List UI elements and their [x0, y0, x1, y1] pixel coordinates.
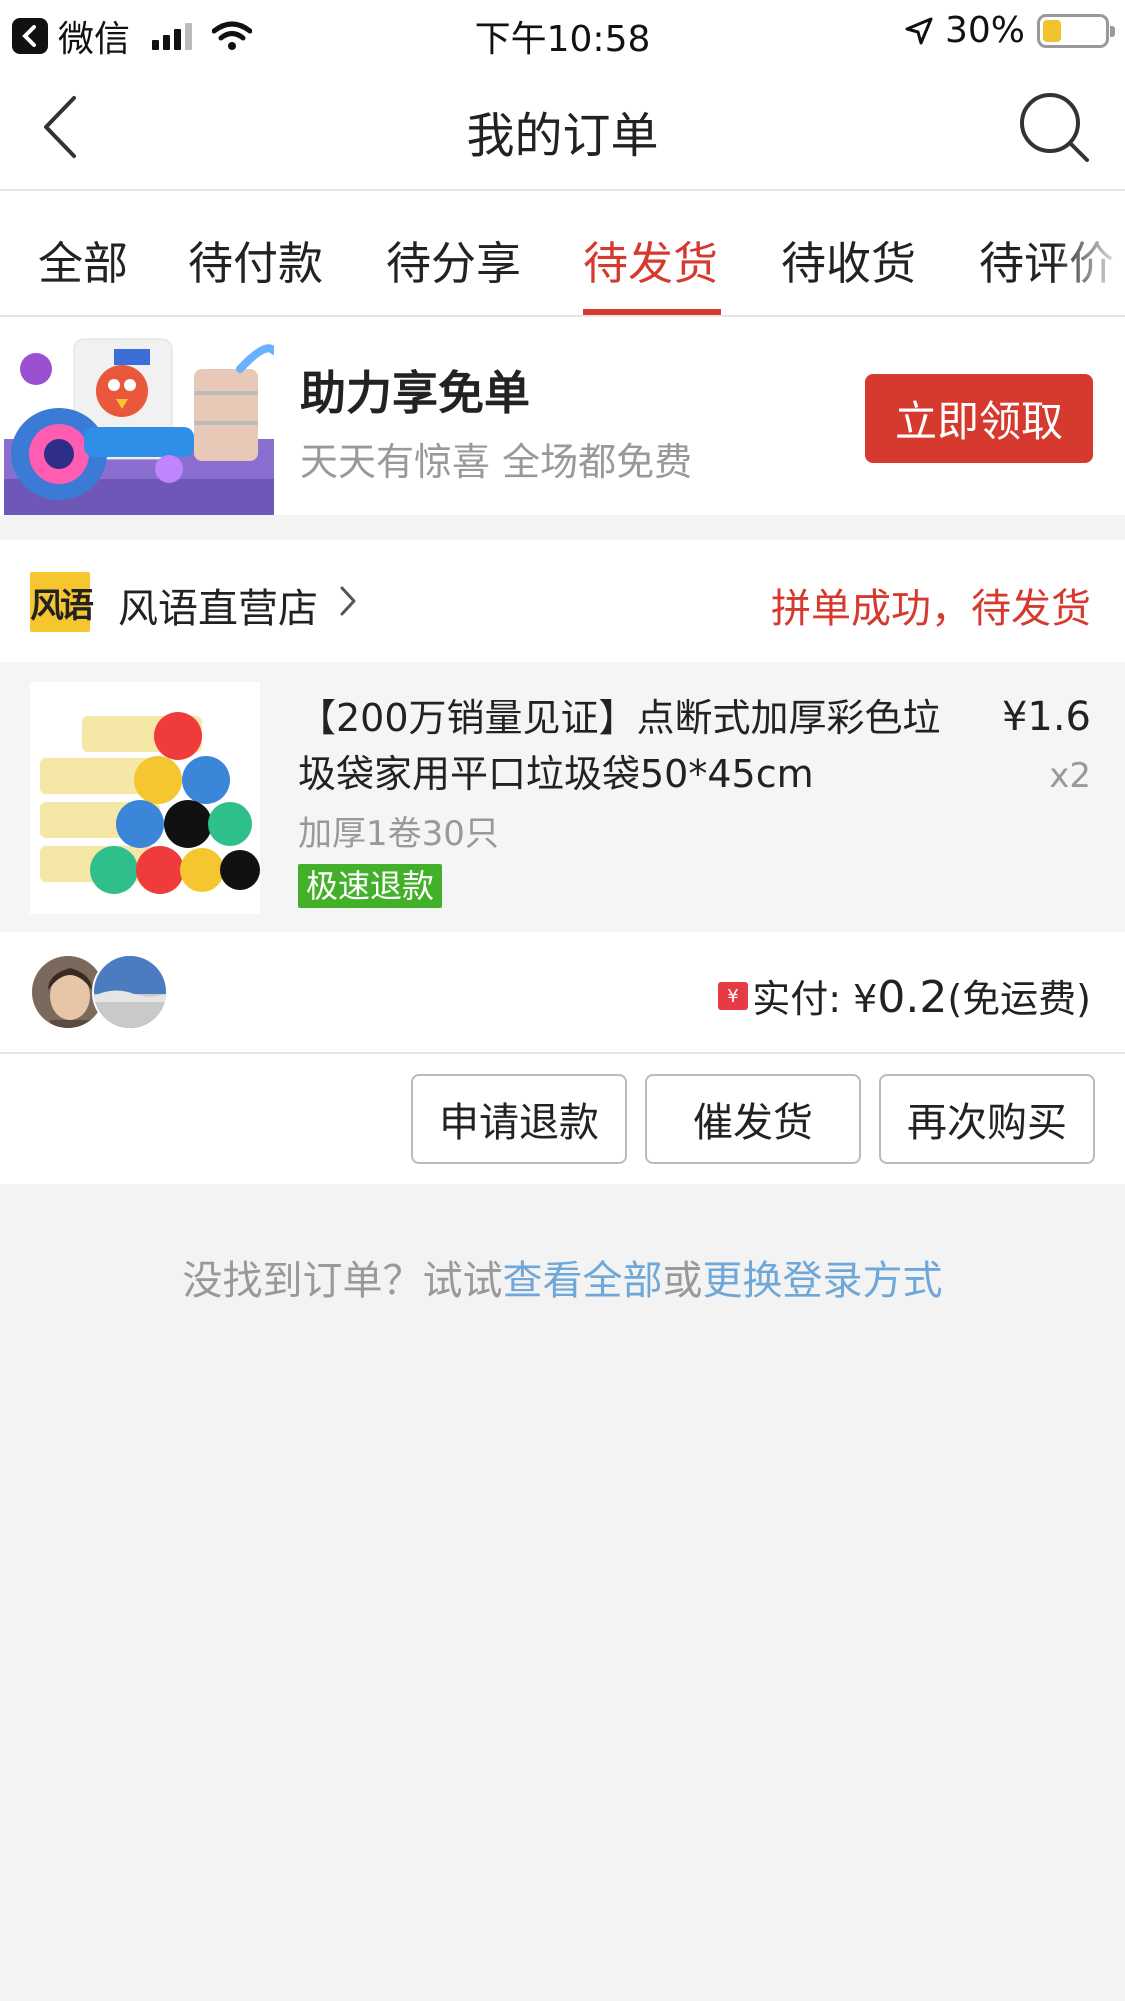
shop-logo: 风语: [30, 572, 94, 632]
location-arrow-icon: [905, 17, 933, 44]
shop-name[interactable]: 风语直营店: [118, 576, 318, 634]
shop-row[interactable]: 风语 风语直营店 拼单成功，待发货: [0, 540, 1125, 662]
tab-pending-receipt[interactable]: 待收货: [781, 227, 916, 292]
product-spec: 加厚1卷30只: [298, 814, 499, 854]
buy-again-button[interactable]: 再次购买: [879, 1074, 1095, 1164]
battery-percent: 30%: [944, 10, 1025, 51]
status-right: 30%: [905, 10, 1115, 51]
view-all-link[interactable]: 查看全部: [503, 1258, 663, 1304]
tab-all[interactable]: 全部: [38, 227, 128, 292]
active-tab-indicator: [583, 309, 721, 315]
order-item[interactable]: 【200万销量见证】点断式加厚彩色垃圾袋家用平口垃圾袋50*45cm ¥1.6 …: [0, 662, 1125, 932]
battery-fill: [1043, 19, 1061, 42]
paid-value: 0.2: [877, 972, 948, 1023]
refund-button[interactable]: 申请退款: [411, 1074, 627, 1164]
fast-refund-badge: 极速退款: [298, 864, 443, 908]
promo-subtitle: 天天有惊喜 全场都免费: [300, 440, 693, 484]
hint-prefix: 没找到订单？试试: [182, 1258, 503, 1304]
tab-pending-payment[interactable]: 待付款: [188, 227, 323, 292]
product-price: ¥1.6: [1001, 694, 1091, 740]
payment-icon: ¥: [718, 982, 748, 1010]
status-bar: 微信 下午10:58 30%: [0, 0, 1125, 62]
order-status: 拼单成功，待发货: [771, 586, 1091, 632]
paid-label: 实付: ¥: [752, 977, 878, 1021]
claim-now-button[interactable]: 立即领取: [865, 374, 1093, 463]
hint-middle: 或: [662, 1258, 703, 1304]
battery-icon: [1037, 13, 1115, 48]
payment-row: ¥ 实付: ¥0.2(免运费): [0, 932, 1125, 1054]
no-order-hint: 没找到订单？试试查看全部或更换登录方式: [0, 1248, 1125, 1306]
order-tabs: 全部 待付款 待分享 待发货 待收货 待评价: [0, 191, 1125, 317]
paid-amount: 实付: ¥0.2(免运费): [752, 968, 1091, 1023]
tab-fade: [1055, 191, 1125, 315]
avatar[interactable]: [92, 954, 168, 1030]
promo-products-image: [4, 338, 274, 515]
promo-title: 助力享免单: [300, 366, 530, 420]
promo-banner[interactable]: 助力享免单 天天有惊喜 全场都免费 立即领取: [0, 317, 1125, 515]
order-actions: 申请退款 催发货 再次购买: [0, 1054, 1125, 1184]
avatar-photo: [94, 956, 166, 1028]
product-image[interactable]: [30, 682, 260, 914]
product-quantity: x2: [1049, 756, 1091, 796]
nav-header: 我的订单: [0, 62, 1125, 191]
search-icon[interactable]: [1017, 90, 1091, 164]
product-title[interactable]: 【200万销量见证】点断式加厚彩色垃圾袋家用平口垃圾袋50*45cm: [298, 690, 978, 802]
urge-shipment-button[interactable]: 催发货: [645, 1074, 861, 1164]
tab-pending-share[interactable]: 待分享: [386, 227, 521, 292]
page-title: 我的订单: [466, 108, 659, 164]
shipping-note: (免运费): [947, 977, 1091, 1021]
chevron-right-icon: [340, 586, 356, 616]
garbage-bags-image: [30, 682, 260, 914]
change-login-link[interactable]: 更换登录方式: [703, 1258, 943, 1304]
tab-pending-shipment[interactable]: 待发货: [583, 227, 718, 292]
